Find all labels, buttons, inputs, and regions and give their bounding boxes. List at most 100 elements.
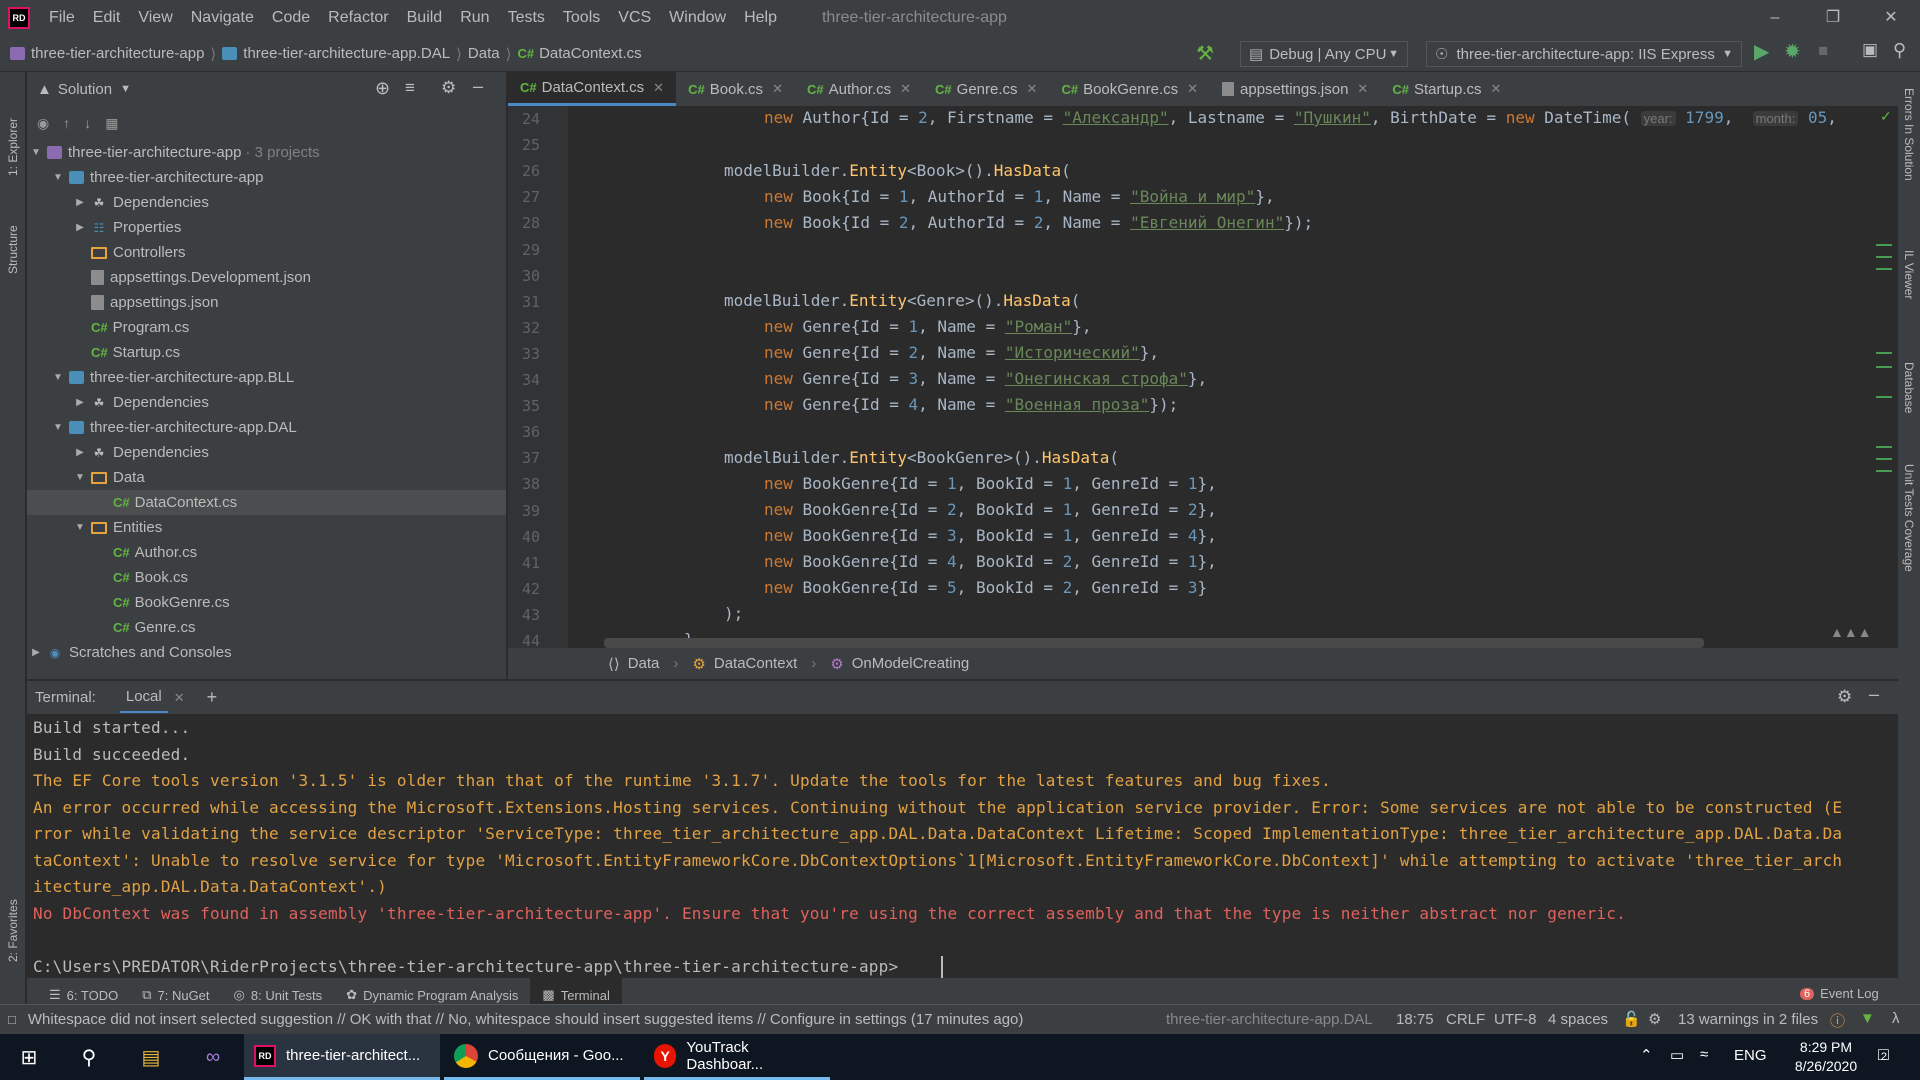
battery-icon[interactable]: ▭: [1670, 1046, 1684, 1064]
windows-start-icon[interactable]: ⊞: [0, 1034, 58, 1080]
wifi-icon[interactable]: ≈: [1700, 1046, 1708, 1063]
menu-window[interactable]: Window: [660, 9, 735, 27]
status-warnings[interactable]: 13 warnings in 2 files: [1678, 1011, 1818, 1028]
chevron-down-icon[interactable]: ▼: [51, 172, 65, 183]
editor-tab[interactable]: C# Startup.cs ✕: [1380, 72, 1513, 106]
tree-item[interactable]: C# Genre.cs: [27, 615, 506, 640]
explorer-tool-tab[interactable]: 1: Explorer: [6, 86, 20, 176]
il-viewer-tool-tab[interactable]: IL Viewer: [1902, 250, 1916, 340]
menu-navigate[interactable]: Navigate: [182, 9, 263, 27]
close-icon[interactable]: ✕: [1862, 0, 1920, 36]
change-marker[interactable]: [1876, 458, 1892, 460]
breadcrumb-solution[interactable]: three-tier-architecture-app: [31, 45, 204, 62]
status-encoding[interactable]: UTF-8: [1494, 1011, 1537, 1028]
change-marker[interactable]: [1876, 352, 1892, 354]
tree-item[interactable]: ▼ Entities: [27, 515, 506, 540]
language-indicator[interactable]: ENG: [1734, 1047, 1767, 1064]
change-marker[interactable]: [1876, 470, 1892, 472]
tree-item[interactable]: ▼ three-tier-architecture-app.BLL: [27, 365, 506, 390]
favorites-tool-tab[interactable]: 2: Favorites: [6, 872, 20, 962]
change-marker[interactable]: [1876, 268, 1892, 270]
database-tool-tab[interactable]: Database: [1902, 362, 1916, 442]
locate-icon[interactable]: ⊕: [375, 78, 390, 99]
editor-vertical-scrollbar[interactable]: [1877, 106, 1891, 648]
search-icon[interactable]: ⚲: [58, 1034, 120, 1080]
terminal-tab-local[interactable]: Local: [119, 682, 168, 713]
terminal-scrollbar[interactable]: [1880, 714, 1892, 978]
chevron-right-icon[interactable]: ▶: [29, 647, 43, 658]
chevron-down-icon[interactable]: ▼: [120, 83, 131, 95]
taskbar-app-chrome[interactable]: Сообщения - Goo...: [444, 1034, 640, 1080]
build-hammer-icon[interactable]: ⚒: [1196, 41, 1214, 66]
debug-icon[interactable]: ✹: [1784, 39, 1801, 64]
menu-tools[interactable]: Tools: [554, 9, 609, 27]
expand-icon[interactable]: ↑: [63, 115, 70, 131]
tree-item[interactable]: C# Author.cs: [27, 540, 506, 565]
status-indent[interactable]: 4 spaces: [1548, 1011, 1608, 1028]
tree-item[interactable]: ▶ ◉ Scratches and Consoles: [27, 640, 506, 665]
minimize-icon[interactable]: –: [1746, 0, 1804, 36]
chevron-down-icon[interactable]: ▼: [51, 372, 65, 383]
close-tab-icon[interactable]: ✕: [1027, 81, 1038, 97]
editor-tab[interactable]: C# Genre.cs ✕: [923, 72, 1049, 106]
chevron-up-icon[interactable]: ⌃: [1640, 1046, 1653, 1064]
menu-file[interactable]: File: [40, 9, 84, 27]
menu-view[interactable]: View: [129, 9, 181, 27]
tree-item[interactable]: ▼ Data: [27, 465, 506, 490]
tree-item[interactable]: C# Book.cs: [27, 565, 506, 590]
change-marker[interactable]: [1876, 446, 1892, 448]
tree-item[interactable]: Controllers: [27, 240, 506, 265]
taskbar-app-yandex[interactable]: Y YouTrack Dashboar...: [644, 1034, 830, 1080]
analysis-ok-icon[interactable]: ✓: [1880, 108, 1892, 125]
run-icon[interactable]: ▶: [1754, 39, 1769, 64]
chevron-right-icon[interactable]: ▶: [73, 447, 87, 458]
breadcrumb-project[interactable]: three-tier-architecture-app.DAL: [243, 45, 450, 62]
hide-panel-icon[interactable]: –: [1869, 684, 1879, 705]
solution-wide-icon[interactable]: ⚙: [1648, 1010, 1661, 1028]
clock[interactable]: 8:29 PM 8/26/2020: [1786, 1038, 1866, 1076]
configuration-dropdown[interactable]: ▤ Debug | Any CPU ▼: [1240, 41, 1408, 67]
menu-refactor[interactable]: Refactor: [319, 9, 397, 27]
status-icon[interactable]: □: [8, 1012, 16, 1027]
preview-icon[interactable]: ▦: [105, 115, 118, 132]
chevron-right-icon[interactable]: ▶: [73, 222, 87, 233]
close-tab-icon[interactable]: ✕: [1357, 81, 1368, 97]
ai-icon[interactable]: λ: [1892, 1010, 1900, 1027]
gear-icon[interactable]: ⚙: [441, 78, 456, 98]
inspection-icon[interactable]: ▼: [1860, 1010, 1875, 1027]
add-terminal-icon[interactable]: +: [207, 687, 218, 708]
close-tab-icon[interactable]: ✕: [653, 80, 664, 96]
menu-tests[interactable]: Tests: [499, 9, 554, 27]
chevron-down-icon[interactable]: ▼: [51, 422, 65, 433]
unit-tests-coverage-tool-tab[interactable]: Unit Tests Coverage: [1902, 464, 1916, 624]
editor-tab[interactable]: appsettings.json ✕: [1210, 72, 1380, 106]
notification-icon[interactable]: □2: [1878, 1044, 1889, 1065]
tree-item[interactable]: ▶ ☷ Properties: [27, 215, 506, 240]
chevron-down-icon[interactable]: ▼: [73, 472, 87, 483]
layout-icon[interactable]: ▣: [1862, 40, 1878, 60]
status-message[interactable]: Whitespace did not insert selected sugge…: [28, 1011, 1024, 1028]
errors-in-solution-tool-tab[interactable]: Errors In Solution: [1902, 88, 1916, 228]
tree-item[interactable]: C# BookGenre.cs: [27, 590, 506, 615]
crumb-namespace[interactable]: Data: [628, 655, 660, 672]
close-tab-icon[interactable]: ✕: [1490, 81, 1501, 97]
restore-icon[interactable]: ❐: [1804, 0, 1862, 36]
change-marker[interactable]: [1876, 366, 1892, 368]
event-log-button[interactable]: 6 Event Log: [1800, 986, 1879, 1001]
collapse-all-icon[interactable]: ≡: [405, 78, 415, 98]
crumb-class[interactable]: DataContext: [714, 655, 797, 672]
code-editor[interactable]: 24 25 26 27 28 29 30 31 32 33 34 35 36 37 38 39 40 41 42 43…: [508, 106, 1898, 648]
editor-tab[interactable]: C# Author.cs ✕: [795, 72, 923, 106]
lock-icon[interactable]: 🔓: [1622, 1010, 1641, 1028]
run-configuration-dropdown[interactable]: ☉ three-tier-architecture-app: IIS Expre…: [1426, 41, 1742, 67]
search-everywhere-icon[interactable]: ⚲: [1893, 40, 1906, 61]
chevron-down-icon[interactable]: ▼: [29, 147, 43, 158]
status-project[interactable]: three-tier-architecture-app.DAL: [1166, 1011, 1373, 1028]
status-position[interactable]: 18:75: [1396, 1011, 1434, 1028]
chevron-down-icon[interactable]: ▼: [73, 522, 87, 533]
solution-title[interactable]: Solution: [58, 81, 112, 98]
terminal-output[interactable]: Build started... Build succeeded. The EF C…: [27, 714, 1887, 978]
menu-vcs[interactable]: VCS: [609, 9, 660, 27]
breadcrumb-file[interactable]: DataContext.cs: [539, 45, 642, 62]
close-tab-icon[interactable]: ✕: [772, 81, 783, 97]
